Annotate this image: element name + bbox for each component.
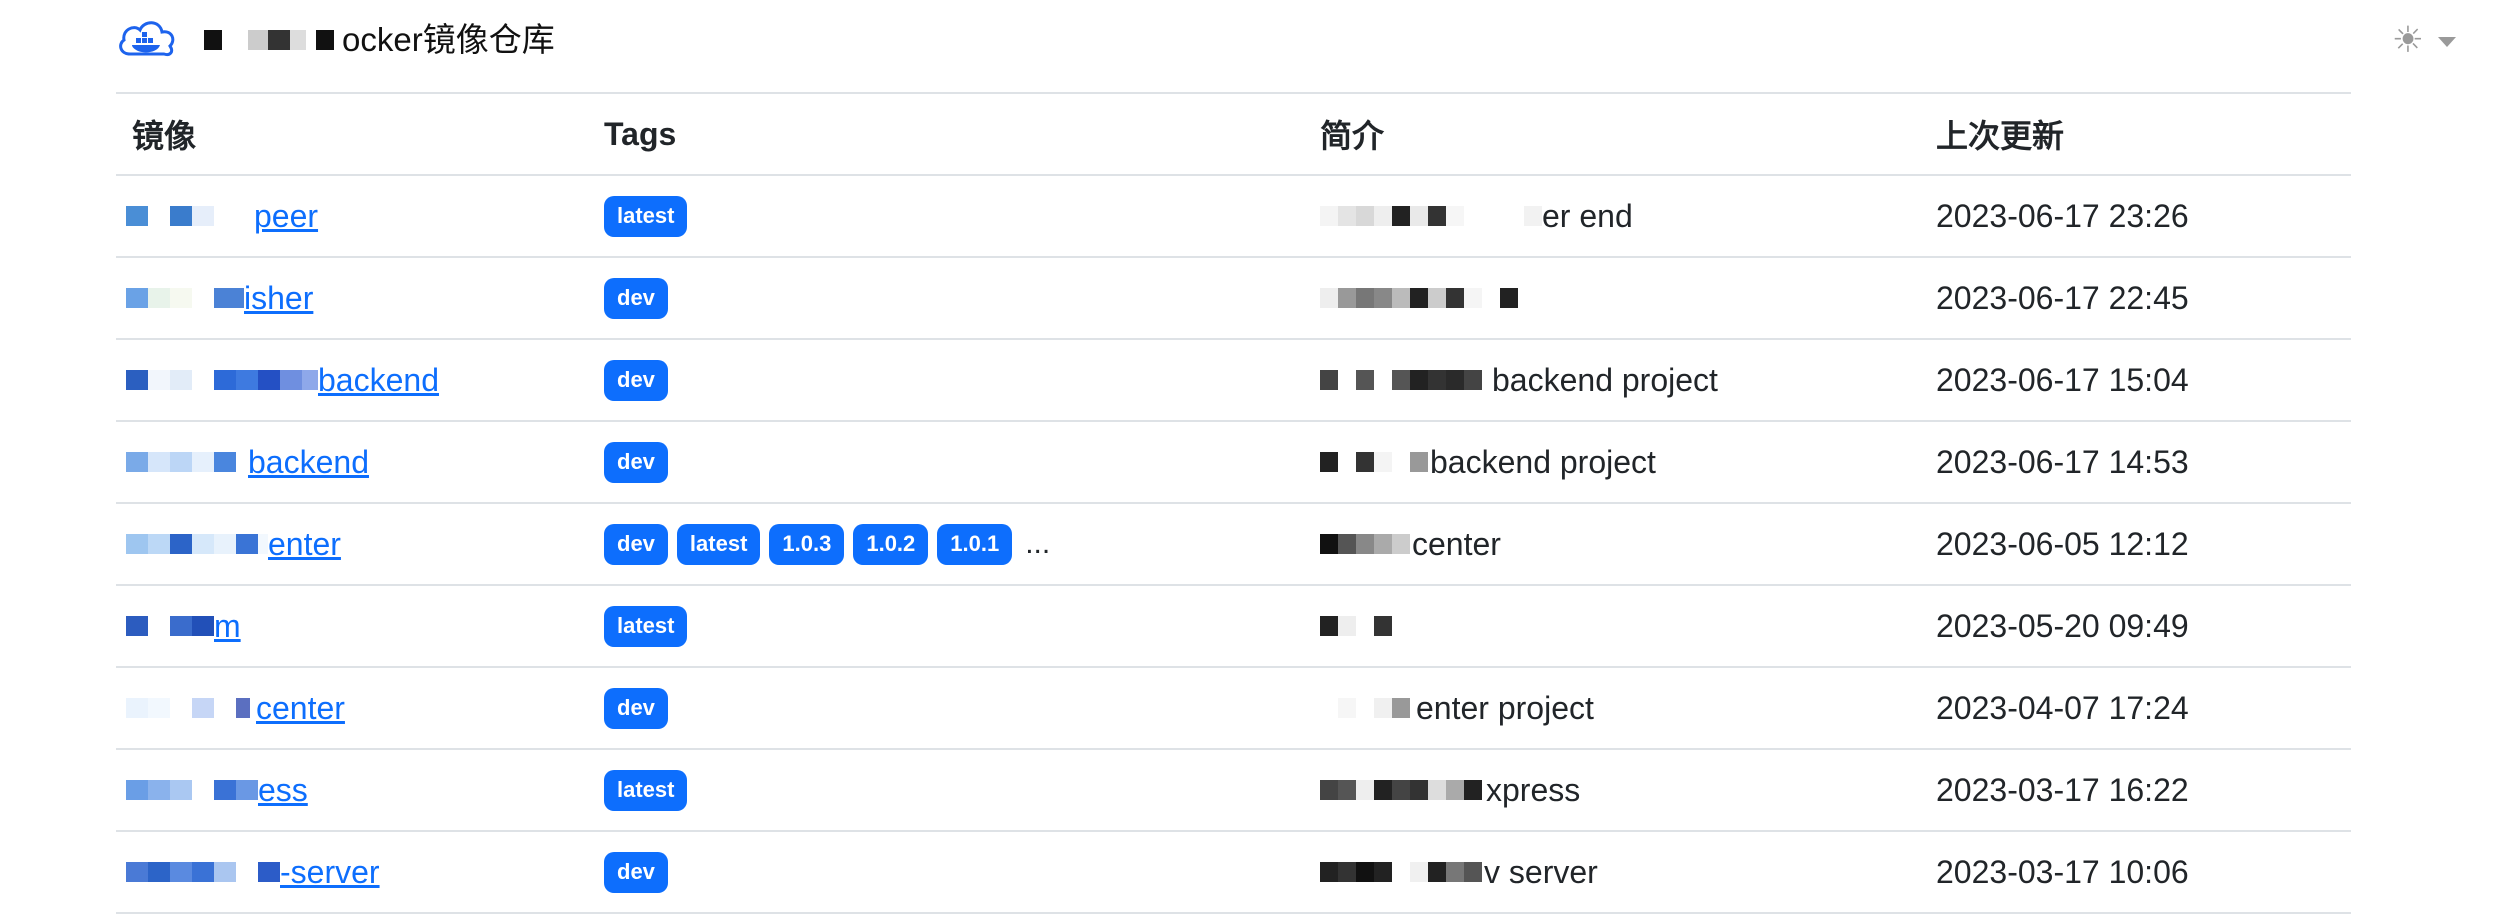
image-link[interactable]: enter (268, 526, 341, 563)
desc-redaction (1320, 370, 1482, 390)
table-row: isher dev 2023-06-17 22:45 (116, 257, 2351, 340)
tag-badge[interactable]: 1.0.2 (853, 523, 929, 565)
image-description: backend project (1430, 443, 1656, 480)
desc-redaction (1320, 862, 1482, 882)
updated-time: 2023-06-05 12:12 (1936, 503, 2351, 586)
name-redaction (126, 206, 254, 226)
table-row: center dev enter project 2023-04-07 17:2… (116, 667, 2351, 750)
updated-time: 2023-06-17 23:26 (1936, 175, 2351, 258)
tag-badge[interactable]: dev (604, 687, 668, 729)
image-description: v server (1484, 853, 1598, 890)
image-description: xpress (1486, 771, 1581, 808)
desc-redaction (1320, 780, 1482, 800)
tag-badge[interactable]: latest (676, 523, 761, 565)
tag-badge[interactable]: dev (604, 851, 668, 893)
image-link[interactable]: ess (258, 772, 308, 809)
table-row: ess latest xpress 2023-03-17 16:22 (116, 749, 2351, 832)
more-tags-ellipsis[interactable]: ... (1025, 527, 1050, 561)
tags-list: dev (602, 277, 1320, 319)
caret-down-icon (2438, 37, 2456, 47)
name-redaction (126, 862, 280, 882)
name-redaction (126, 534, 268, 554)
name-redaction (126, 780, 258, 800)
tags-list: dev latest 1.0.3 1.0.2 1.0.1 ... (602, 523, 1320, 565)
updated-time: 2023-06-17 14:53 (1936, 421, 2351, 504)
column-header-tags: Tags (602, 92, 1320, 176)
page-title: ocker镜像仓库 (204, 20, 555, 60)
name-redaction (126, 452, 236, 472)
table-row: -server dev v server 2023-03-17 10:06 (116, 831, 2351, 914)
tags-list: dev (602, 359, 1320, 401)
tags-list: dev (602, 441, 1320, 483)
tag-badge[interactable]: latest (604, 195, 688, 237)
tag-badge[interactable]: dev (604, 441, 668, 483)
image-link[interactable]: m (214, 608, 241, 645)
page-header: ocker镜像仓库 ☀ (116, 0, 2456, 90)
image-description: er end (1542, 197, 1633, 234)
image-link[interactable]: -server (280, 854, 380, 891)
tag-badge[interactable]: latest (604, 605, 688, 647)
tag-badge[interactable]: 1.0.1 (937, 523, 1013, 565)
updated-time: 2023-05-20 09:49 (1936, 585, 2351, 668)
updated-time: 2023-03-17 16:22 (1936, 749, 2351, 832)
tag-badge[interactable]: dev (604, 277, 668, 319)
desc-redaction (1320, 616, 1392, 636)
table-row: enter dev latest 1.0.3 1.0.2 1.0.1 ... c… (116, 503, 2351, 586)
image-link[interactable]: peer (254, 198, 318, 235)
table-row: m latest 2023-05-20 09:49 (116, 585, 2351, 668)
desc-redaction (1320, 452, 1428, 472)
tags-list: dev (602, 687, 1320, 729)
table-header-row: 镜像 Tags 简介 上次更新 (116, 92, 2351, 176)
image-link[interactable]: center (256, 690, 345, 727)
desc-redaction (1320, 534, 1410, 554)
tag-badge[interactable]: dev (604, 523, 668, 565)
tags-list: latest (602, 195, 1320, 237)
name-redaction (126, 370, 318, 390)
name-redaction (126, 698, 250, 718)
image-link[interactable]: backend (248, 444, 369, 481)
tags-list: dev (602, 851, 1320, 893)
tags-list: latest (602, 605, 1320, 647)
table-row: backend dev backend project 2023-06-17 1… (116, 421, 2351, 504)
column-header-image: 镜像 (116, 92, 602, 176)
name-redaction (126, 616, 214, 636)
column-header-desc: 简介 (1320, 92, 1936, 176)
name-redaction (126, 288, 244, 308)
image-link[interactable]: backend (318, 362, 439, 399)
sun-icon: ☀ (2391, 19, 2424, 60)
desc-redaction (1320, 206, 1542, 226)
image-description: backend project (1492, 361, 1718, 398)
table-row: peer latest er end 2023-06-17 23:26 (116, 175, 2351, 258)
image-table: 镜像 Tags 简介 上次更新 peer latest er end 2023-… (116, 92, 2351, 914)
updated-time: 2023-04-07 17:24 (1936, 667, 2351, 750)
column-header-updated: 上次更新 (1936, 92, 2351, 176)
updated-time: 2023-06-17 22:45 (1936, 257, 2351, 340)
image-description: enter project (1416, 689, 1594, 726)
updated-time: 2023-03-17 10:06 (1936, 831, 2351, 914)
image-link[interactable]: isher (244, 280, 313, 317)
updated-time: 2023-06-17 15:04 (1936, 339, 2351, 422)
tags-list: latest (602, 769, 1320, 811)
desc-redaction (1320, 698, 1410, 718)
table-row: backend dev backend project 2023-06-17 1… (116, 339, 2351, 422)
tag-badge[interactable]: dev (604, 359, 668, 401)
theme-toggle[interactable]: ☀ (2392, 22, 2456, 58)
tag-badge[interactable]: 1.0.3 (769, 523, 845, 565)
desc-redaction (1320, 288, 1518, 308)
tag-badge[interactable]: latest (604, 769, 688, 811)
page-title-text: ocker镜像仓库 (342, 21, 555, 58)
image-description: center (1412, 525, 1501, 562)
title-redaction (204, 30, 340, 50)
docker-cloud-icon[interactable] (116, 14, 178, 64)
